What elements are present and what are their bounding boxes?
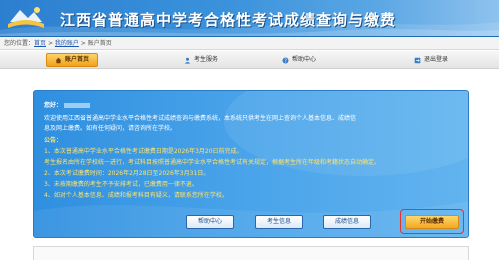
help-icon: ? [282, 56, 289, 64]
notice-label: 公告： [44, 137, 63, 144]
nav-student-services[interactable]: 考生服务 [184, 53, 218, 67]
greeting: 您好： [44, 100, 91, 109]
bottom-panel [33, 246, 469, 260]
nav-help-center[interactable]: ? 帮助中心 [282, 53, 316, 67]
breadcrumb-prefix: 您的位置： [4, 40, 35, 47]
breadcrumb-account-link[interactable]: 我的账户 [55, 40, 79, 47]
breadcrumb-home-link[interactable]: 首页 [34, 40, 46, 47]
svg-text:?: ? [284, 58, 287, 64]
welcome-text-line-2: 息及网上缴费。如有任何疑问，请咨询所在学校。 [44, 125, 177, 132]
breadcrumb: 您的位置：首页 > 我的账户 > 账户首页 [0, 37, 499, 50]
education-logo-icon [8, 7, 44, 28]
help-center-button[interactable]: 帮助中心 [186, 215, 234, 229]
start-payment-button[interactable]: 开始缴费 [405, 215, 459, 229]
home-icon [55, 57, 62, 63]
site-title: 江西省普通高中学考合格性考试成绩查询与缴费 [60, 11, 397, 29]
main-info-panel: 您好： 欢迎使用江西省普通高中学业水平合格性考试成绩查询与缴费系统，本系统只供考… [33, 90, 469, 238]
nav-logout-label: 退出登录 [424, 56, 449, 63]
notice-item: 考生报名由所在学校统一进行，考试科目按照普通高中学业水平合格性考试有关规定，根据… [44, 159, 381, 166]
greeting-text: 您好： [44, 102, 63, 109]
page: 江西省普通高中学考合格性考试成绩查询与缴费 您的位置：首页 > 我的账户 > 账… [0, 0, 499, 260]
breadcrumb-current: 账户首页 [87, 40, 112, 47]
notice-item: 1、本次普通高中学业水平合格性考试缴费日期是2026年3月20日前完成。 [44, 148, 243, 155]
nav-account-home[interactable]: 账户首页 [46, 53, 98, 67]
welcome-text-line-1: 欢迎使用江西省普通高中学业水平合格性考试成绩查询与缴费系统，本系统只供考生在网上… [44, 115, 357, 122]
notice-item: 2、本次考试缴费时间：2026年2月28日至2026年3月31日。 [44, 170, 210, 177]
nav-logout[interactable]: 退出登录 [414, 53, 448, 67]
masked-username [64, 103, 91, 108]
logout-icon [414, 57, 421, 63]
breadcrumb-separator: > [46, 40, 55, 47]
header-banner: 江西省普通高中学考合格性考试成绩查询与缴费 [0, 0, 499, 37]
nav-account-home-label: 账户首页 [64, 56, 89, 63]
nav-student-services-label: 考生服务 [194, 56, 219, 63]
breadcrumb-separator: > [78, 40, 88, 47]
student-info-button[interactable]: 考生信息 [255, 215, 303, 229]
nav-bar: 账户首页 考生服务 ? 帮助中心 退出登录 [0, 51, 499, 69]
nav-help-center-label: 帮助中心 [292, 56, 317, 63]
notice-item: 4、如对个人基本信息、成绩和报考科目有疑义，请联系您所在学校。 [44, 192, 228, 199]
notice-item: 3、未按期缴费的考生不予安排考试，已缴费用一律不退。 [44, 181, 198, 188]
user-icon [184, 57, 191, 64]
score-info-button[interactable]: 成绩信息 [323, 215, 371, 229]
